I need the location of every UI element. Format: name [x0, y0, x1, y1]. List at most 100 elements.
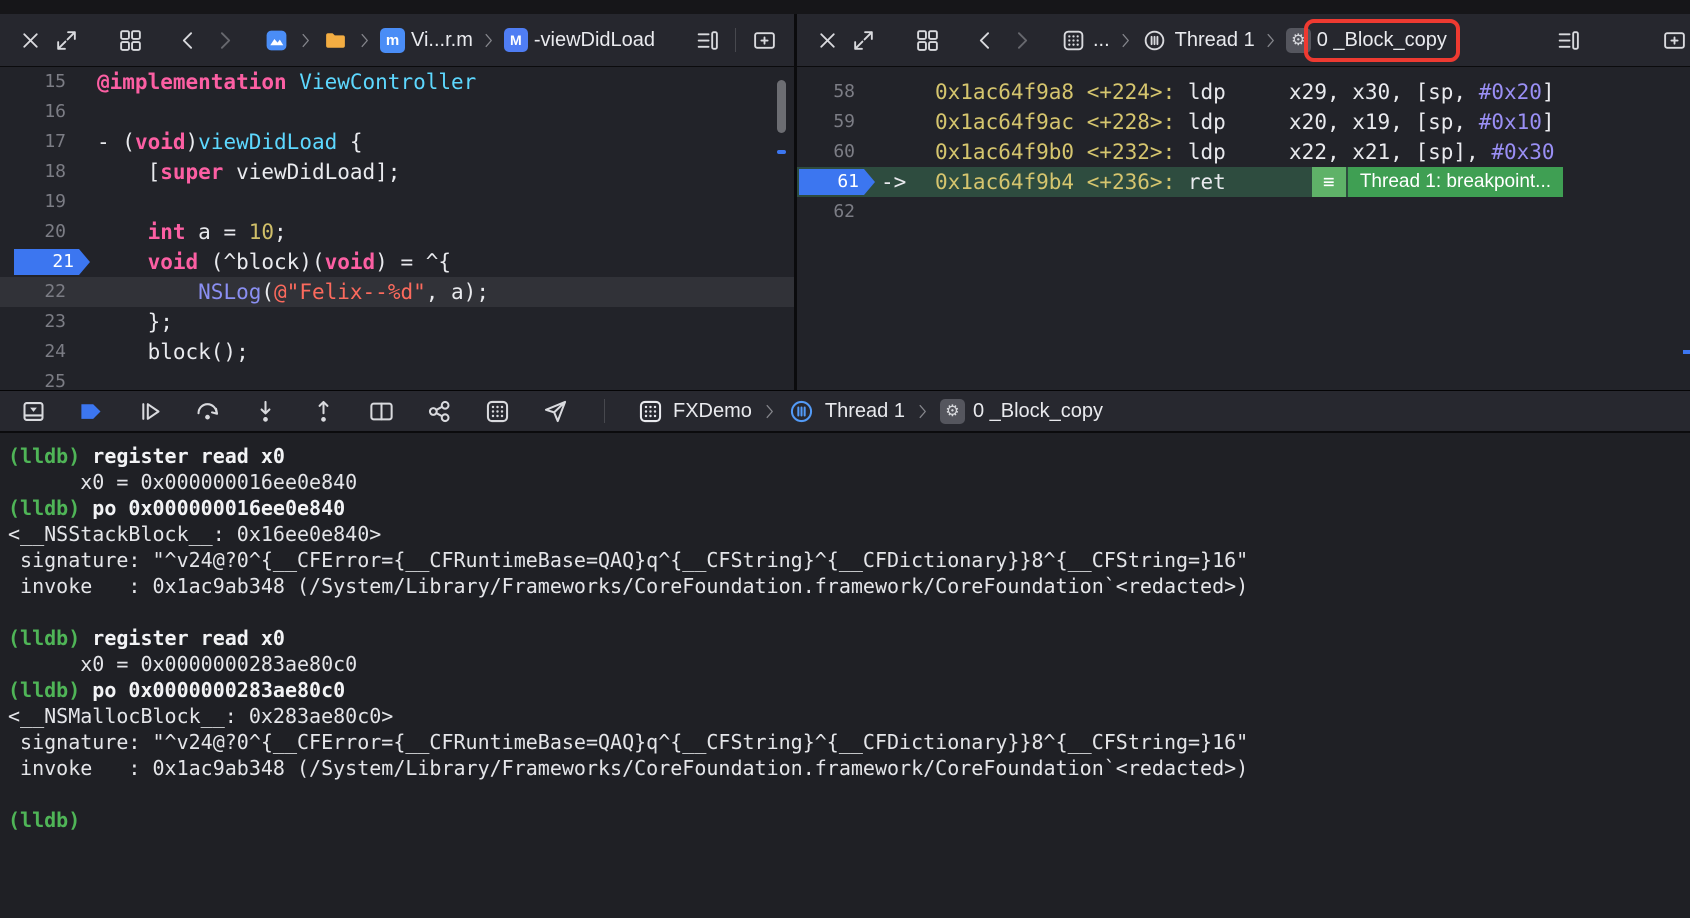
disassembly-text[interactable]: 0x1ac64f9a8 <+224>: ldp x29, x30, [sp, #… [935, 77, 1555, 107]
forward-button[interactable] [206, 22, 242, 58]
source-code-text[interactable]: NSLog(@"Felix--%d", a); [72, 277, 489, 307]
debug-project-label[interactable]: FXDemo [673, 400, 752, 423]
line-number-gutter[interactable]: 17 [0, 127, 72, 157]
source-editor-pane: m Vi...r.m M -viewDidLoad 15 @implementat… [0, 14, 794, 390]
breakpoint-badge[interactable]: 21 [14, 249, 90, 275]
stack-frame-gear-icon: ⚙ [939, 398, 965, 424]
disasm-line-number-gutter[interactable]: 60 [797, 137, 865, 167]
source-code-text[interactable]: - (void)viewDidLoad { [72, 127, 363, 157]
current-instruction-arrow [865, 197, 935, 227]
hide-debug-area-button[interactable] [14, 394, 52, 428]
disassembly-text[interactable]: 0x1ac64f9ac <+228>: ldp x20, x19, [sp, #… [935, 107, 1555, 137]
add-editor-button[interactable] [746, 22, 782, 58]
debug-frame-label[interactable]: 0 _Block_copy [973, 400, 1103, 423]
disassembly-area[interactable]: 58 0x1ac64f9a8 <+224>: ldp x29, x30, [sp,… [797, 67, 1690, 390]
breadcrumb-frame-label[interactable]: 0 _Block_copy [1317, 29, 1447, 52]
line-number-gutter[interactable]: 22 [0, 277, 72, 307]
disasm-line-number-gutter[interactable]: 59 [797, 107, 865, 137]
process-crumb[interactable] [635, 394, 665, 428]
source-code-text[interactable]: block(); [72, 337, 249, 367]
row-spacer [1226, 167, 1312, 197]
app-grid-icon [637, 398, 664, 425]
back-button[interactable] [170, 22, 206, 58]
disassembly-line: 60 0x1ac64f9b0 <+232>: ldp x22, x21, [sp]… [797, 137, 1690, 167]
disasm-line-number-gutter[interactable]: 62 [797, 197, 865, 227]
view-debugger-button[interactable] [362, 394, 400, 428]
breadcrumb-project-label[interactable]: ... [1093, 29, 1110, 52]
thread-crumb[interactable] [787, 394, 817, 428]
line-number-gutter[interactable]: 18 [0, 157, 72, 187]
line-number-gutter[interactable]: 21 [0, 247, 72, 277]
breadcrumb: ... Thread 1 ⚙ 0 _Block_copy [1059, 18, 1460, 62]
source-line: 23 }; [0, 307, 794, 337]
breakpoint-flag-icon [78, 398, 105, 425]
related-items-button[interactable] [112, 22, 148, 58]
breadcrumb-thread-label[interactable]: Thread 1 [1175, 29, 1255, 52]
instruction-pointer-badge[interactable]: 61 [799, 169, 875, 195]
line-number-gutter[interactable]: 20 [0, 217, 72, 247]
line-number-gutter[interactable]: 24 [0, 337, 72, 367]
memory-graph-button[interactable] [420, 394, 458, 428]
source-code-text[interactable] [72, 187, 97, 217]
close-icon [18, 28, 43, 53]
breadcrumb-separator-icon [913, 402, 932, 421]
breadcrumb-file-label[interactable]: Vi...r.m [411, 29, 473, 52]
editor-options-button[interactable] [689, 22, 725, 58]
forward-button[interactable] [1003, 22, 1039, 58]
console-line: signature: "^v24@?0^{__CFError={__CFRunt… [8, 548, 1249, 572]
toolbar-divider [604, 399, 605, 423]
continue-button[interactable] [130, 394, 168, 428]
step-out-button[interactable] [304, 394, 342, 428]
thread-breakpoint-badge[interactable]: Thread 1: breakpoint... [1347, 167, 1563, 197]
environment-overrides-button[interactable] [478, 394, 516, 428]
breadcrumb-separator-icon [1261, 31, 1280, 50]
folder-icon [323, 28, 348, 53]
line-number-gutter[interactable]: 23 [0, 307, 72, 337]
editor-area: m Vi...r.m M -viewDidLoad 15 @implementat… [0, 14, 1690, 390]
simulate-location-button[interactable] [536, 394, 574, 428]
line-number-gutter[interactable]: 16 [0, 97, 72, 127]
source-code-area[interactable]: 15 @implementation ViewController 16 17- (v… [0, 67, 794, 390]
disasm-line-number-gutter[interactable]: 61 [797, 167, 865, 197]
debug-thread-label[interactable]: Thread 1 [825, 400, 905, 423]
disassembly-text[interactable]: 0x1ac64f9b4 <+236>: ret [935, 167, 1226, 197]
scrollbar-thumb[interactable] [777, 80, 786, 133]
editor-options-button[interactable] [1550, 22, 1586, 58]
toggle-breakpoints-button[interactable] [72, 394, 110, 428]
console-line: (lldb) [8, 808, 93, 832]
source-line: 25 [0, 367, 794, 390]
step-into-button[interactable] [246, 394, 284, 428]
close-editor-button[interactable] [809, 22, 845, 58]
disassembly-text[interactable]: 0x1ac64f9b0 <+232>: ldp x22, x21, [sp], … [935, 137, 1555, 167]
lldb-console[interactable]: (lldb) register read x0 x0 = 0x000000016… [0, 432, 1690, 918]
disasm-line-number-gutter[interactable]: 58 [797, 77, 865, 107]
source-code-text[interactable]: void (^block)(void) = ^{ [72, 247, 451, 277]
thread-icon [788, 398, 815, 425]
project-crumb[interactable] [1059, 22, 1087, 58]
line-number-gutter[interactable]: 19 [0, 187, 72, 217]
step-over-button[interactable] [188, 394, 226, 428]
source-code-text[interactable]: @implementation ViewController [72, 67, 476, 97]
source-code-text[interactable]: int a = 10; [72, 217, 287, 247]
focus-editor-button[interactable] [48, 22, 84, 58]
line-number-gutter[interactable]: 25 [0, 367, 72, 390]
back-button[interactable] [967, 22, 1003, 58]
breadcrumb-symbol-label[interactable]: -viewDidLoad [534, 29, 655, 52]
objc-file-icon: m [380, 27, 405, 53]
project-crumb[interactable] [262, 22, 290, 58]
add-editor-button[interactable] [1656, 22, 1690, 58]
focus-editor-button[interactable] [845, 22, 881, 58]
folder-crumb[interactable] [321, 22, 349, 58]
source-code-text[interactable] [72, 367, 97, 390]
disassembly-line: 59 0x1ac64f9ac <+228>: ldp x20, x19, [sp,… [797, 107, 1690, 137]
breakpoint-badge-menu-icon[interactable]: ≡ [1311, 167, 1346, 197]
frame-crumb[interactable]: 0 _Block_copy [1303, 18, 1460, 62]
related-items-button[interactable] [909, 22, 945, 58]
source-code-text[interactable] [72, 97, 97, 127]
close-editor-button[interactable] [12, 22, 48, 58]
line-number-gutter[interactable]: 15 [0, 67, 72, 97]
source-code-text[interactable]: [super viewDidLoad]; [72, 157, 401, 187]
source-code-text[interactable]: }; [72, 307, 173, 337]
thread-crumb[interactable] [1141, 22, 1169, 58]
